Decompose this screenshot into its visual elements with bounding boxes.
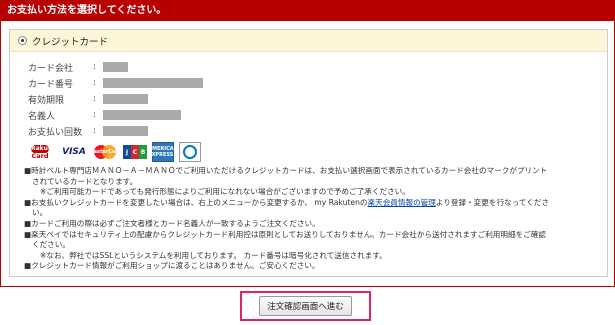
cardholder-row: 名義人 : (28, 107, 203, 123)
credit-card-option[interactable]: クレジットカード (10, 30, 607, 52)
card-number-label: カード番号 (28, 79, 74, 90)
jcb-icon: J C B (123, 142, 147, 162)
masked-value (103, 62, 128, 72)
masked-value (103, 110, 181, 120)
colon: : (93, 78, 97, 88)
note-line: されているカードとなります。 (32, 176, 138, 186)
note-line: ください。 (32, 240, 70, 250)
visa-icon: VISA (62, 147, 86, 157)
note-line: ■カードご利用の際は必ずご注文者様とカード名義人が一致するようご注文ください。 (24, 218, 320, 228)
card-company-label: カード会社 (28, 63, 74, 74)
amex-icon: AMERICAN EXPRESS (148, 142, 178, 162)
cardholder-label: 名義人 (28, 111, 56, 122)
masked-value (103, 78, 203, 88)
proceed-to-confirmation-button[interactable]: 注文確認画面へ進む (259, 296, 352, 316)
card-brand-logos: Rakuten Card VISA MasterCard J C B AMERI… (24, 142, 201, 162)
masked-value (103, 126, 148, 136)
note-line: ■時計ベルト専門店ＭＡＮＯ－Ａ－ＭＡＮＯでご利用いただけるクレジットカードは、お… (24, 166, 548, 175)
note-line: ■楽天ペイではセキュリティ上の配慮からクレジットカード利用控は原則としてお送りし… (24, 229, 546, 239)
installments-label: お支払い回数 (28, 127, 83, 138)
card-company-row: カード会社 : (28, 59, 203, 75)
diners-club-icon (179, 142, 201, 162)
card-number-row: カード番号 : (28, 75, 203, 91)
note-line: ■クレジットカード情報がご利用ショップに渡ることはありません。ご安心ください。 (24, 261, 320, 271)
note-line: い。 (32, 208, 48, 218)
expiry-row: 有効期限 : (28, 91, 203, 107)
credit-card-label: クレジットカード (32, 36, 109, 48)
installments-row: お支払い回数 : (28, 123, 203, 139)
member-info-link[interactable]: 楽天会員情報の管理 (368, 198, 436, 207)
note-line: ■お支払いクレジットカードを変更したい場合は、右上のメニューから変更するか、 m… (24, 197, 550, 207)
submit-highlight: 注文確認画面へ進む (240, 291, 371, 321)
colon: : (93, 110, 97, 120)
colon: : (93, 94, 97, 104)
expiry-label: 有効期限 (28, 95, 65, 106)
payment-notes: ■時計ベルト専門店ＭＡＮＯ－Ａ－ＭＡＮＯでご利用いただけるクレジットカードは、お… (24, 166, 599, 272)
mastercard-icon: MasterCard (89, 142, 121, 162)
payment-method-box: クレジットカード カード会社 : カード番号 : 有効期限 : 名義人 : お支… (9, 29, 608, 277)
card-info: カード会社 : カード番号 : 有効期限 : 名義人 : お支払い回数: (28, 59, 203, 139)
rakuten-card-icon: Rakuten Card (31, 144, 60, 160)
radio-selected-icon[interactable] (18, 36, 27, 45)
note-line: ※ご利用可能カードであっても発行形態によりご利用になれない場合がございますので予… (40, 187, 410, 197)
payment-panel: お支払い方法を選択してください。 クレジットカード カード会社 : カード番号 … (0, 0, 615, 287)
colon: : (93, 62, 97, 72)
note-line: ※なお、弊社ではSSLというシステムを利用しております。 カード番号は暗号化され… (40, 250, 387, 260)
panel-header: お支払い方法を選択してください。 (1, 1, 614, 21)
masked-value (103, 94, 148, 104)
colon: : (93, 126, 97, 136)
